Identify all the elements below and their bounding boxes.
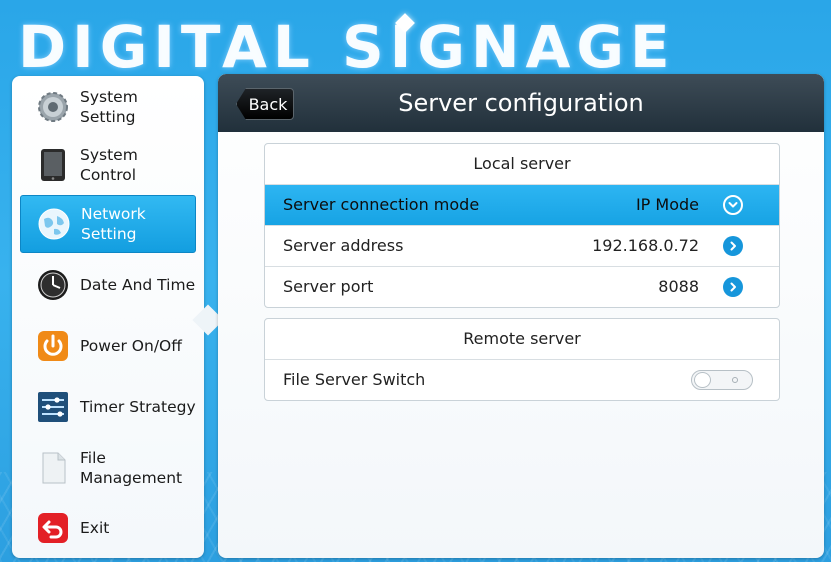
chevron-right-icon[interactable]: [723, 236, 743, 256]
sidebar-item-exit[interactable]: Exit: [20, 499, 196, 557]
digital-signage-logo: DIGITAL SIGNAGE: [18, 13, 676, 81]
sidebar-item-label: System Setting: [80, 88, 138, 126]
sidebar-item-label: Timer Strategy: [80, 398, 196, 416]
globe-icon: [37, 207, 71, 241]
row-label: Server address: [283, 236, 404, 255]
panel-header: Server configuration Back: [218, 74, 824, 132]
row-server-address[interactable]: Server address 192.168.0.72: [265, 226, 779, 267]
sidebar-item-date-and-time[interactable]: Date And Time: [20, 256, 196, 314]
sidebar-item-system-setting[interactable]: System Setting: [20, 78, 196, 136]
sidebar-item-label: Date And Time: [80, 276, 196, 294]
chevron-right-icon[interactable]: [723, 277, 743, 297]
sidebar-item-system-control[interactable]: System Control: [20, 136, 196, 194]
gear-icon: [36, 90, 70, 124]
clock-icon: [36, 268, 70, 302]
sidebar-item-label: System Control: [80, 146, 138, 184]
sidebar-item-file-management[interactable]: File Management: [20, 439, 196, 497]
sidebar-item-network-setting[interactable]: Network Setting: [20, 195, 196, 253]
row-label: Server port: [283, 277, 374, 296]
page-title: Server configuration: [398, 89, 644, 117]
row-label: Server connection mode: [283, 195, 480, 214]
sidebar-item-label: Network Setting: [81, 205, 146, 243]
row-value: 192.168.0.72: [592, 236, 699, 255]
exit-icon: [36, 511, 70, 545]
back-button[interactable]: Back: [236, 88, 294, 120]
toggle-knob: [694, 372, 711, 388]
file-icon: [36, 451, 70, 485]
row-server-connection-mode[interactable]: Server connection mode IP Mode: [265, 185, 779, 226]
row-file-server-switch: File Server Switch: [265, 360, 779, 400]
row-server-port[interactable]: Server port 8088: [265, 267, 779, 307]
local-server-group: Local server Server connection mode IP M…: [264, 143, 780, 308]
sidebar-item-timer-strategy[interactable]: Timer Strategy: [20, 378, 196, 436]
tablet-icon: [36, 148, 70, 182]
row-value: 8088: [658, 277, 699, 296]
power-icon: [36, 329, 70, 363]
group-title-remote-server: Remote server: [265, 319, 779, 360]
file-server-toggle[interactable]: [691, 370, 753, 390]
row-label: File Server Switch: [283, 370, 426, 389]
remote-server-group: Remote server File Server Switch: [264, 318, 780, 401]
server-configuration-panel: Server configuration Back Local server S…: [218, 74, 824, 558]
screen-background: DIGITAL SIGNAGE System Setting System Co…: [0, 0, 831, 562]
sidebar: System Setting System Control Network Se…: [12, 76, 204, 558]
toggle-off-indicator: [732, 377, 738, 383]
chevron-down-icon[interactable]: [723, 195, 743, 215]
group-title-local-server: Local server: [265, 144, 779, 185]
sidebar-item-label: Power On/Off: [80, 337, 182, 355]
sidebar-item-label: Exit: [80, 519, 110, 537]
sidebar-item-power-on-off[interactable]: Power On/Off: [20, 317, 196, 375]
row-value: IP Mode: [635, 195, 699, 214]
sidebar-item-label: File Management: [80, 449, 183, 487]
sliders-icon: [36, 390, 70, 424]
